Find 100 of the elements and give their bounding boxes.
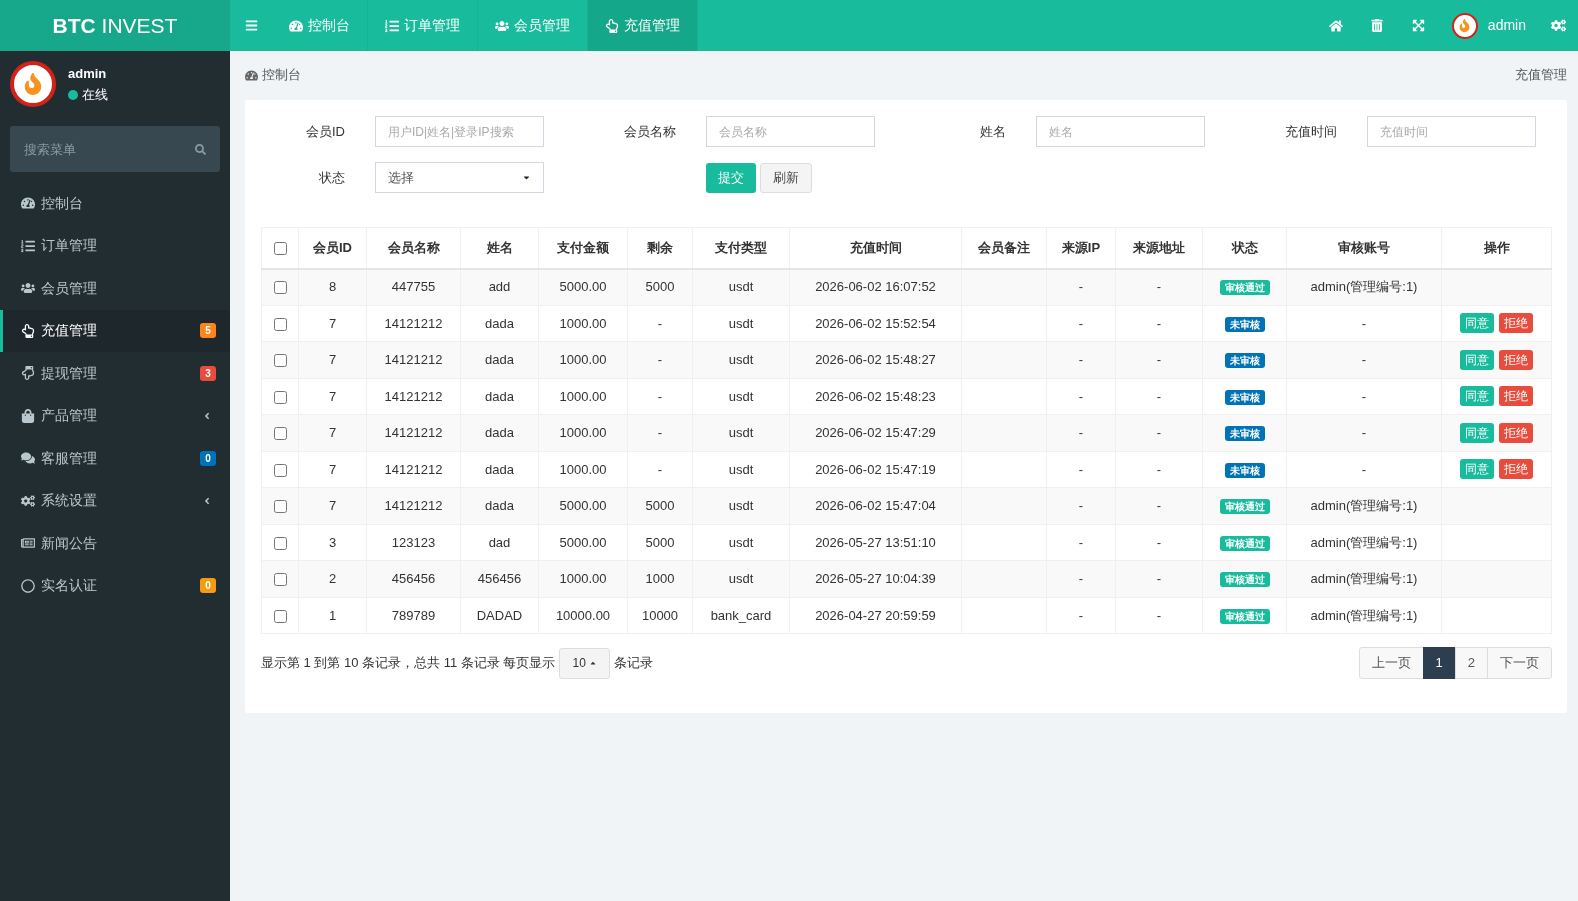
row-checkbox[interactable] (273, 536, 287, 550)
table-cell: - (627, 305, 693, 342)
sidebar-menu-item[interactable]: 新闻公告 (0, 522, 230, 565)
select-all-checkbox[interactable] (273, 242, 287, 255)
table-cell: 1 (298, 597, 367, 634)
field-label: 充值时间 (1283, 122, 1337, 141)
menu-icon (244, 19, 258, 32)
table-cell: admin(管理编号:1) (1286, 487, 1442, 524)
column-header: 充值时间 (789, 227, 962, 269)
input-field[interactable]: 充值时间 (1366, 116, 1536, 147)
row-checkbox[interactable] (273, 463, 287, 477)
sidebar-menu-item[interactable]: 客服管理 0 (0, 437, 230, 480)
sidebar-menu-item[interactable]: 订单管理 (0, 224, 230, 267)
status-badge: 审核通过 (1219, 572, 1270, 587)
column-header: 审核账号 (1286, 227, 1442, 269)
sidebar-menu-item[interactable]: 实名认证 0 (0, 564, 230, 607)
row-checkbox[interactable] (273, 317, 287, 331)
pagination-suffix: 条记录 (613, 654, 653, 673)
input-field[interactable]: 姓名 (1036, 116, 1205, 147)
table-cell: - (1046, 341, 1116, 378)
column-header: 来源IP (1046, 227, 1116, 269)
table-cell: dada (460, 305, 539, 342)
pagination-summary: 显示第 1 到第 10 条记录，总共 11 条记录 每页显示 (261, 654, 556, 673)
row-checkbox[interactable] (273, 427, 287, 440)
bag-icon (21, 408, 35, 423)
table-cell: DADAD (460, 597, 539, 634)
table-cell: usdt (692, 524, 790, 561)
sidebar-menu-item[interactable]: 系统设置 (0, 479, 230, 522)
table-cell: 14121212 (366, 451, 461, 488)
reject-button[interactable]: 拒绝 (1499, 313, 1533, 334)
reject-button[interactable]: 拒绝 (1499, 459, 1533, 480)
input-field[interactable]: 用户ID|姓名|登录IP搜索 (375, 116, 544, 147)
home-icon (1329, 18, 1344, 33)
table-cell: 2026-06-02 15:47:19 (789, 451, 962, 488)
table-cell: 10000 (627, 597, 693, 634)
reject-button[interactable]: 拒绝 (1499, 386, 1533, 407)
list-icon (21, 238, 35, 253)
status-badge: 未审核 (1224, 353, 1265, 368)
sidebar-menu-item[interactable]: 控制台 (0, 182, 230, 225)
pagination-button[interactable]: 下一页 (1487, 647, 1552, 679)
table-cell: - (1115, 341, 1203, 378)
table-cell: - (1046, 487, 1116, 524)
row-checkbox[interactable] (273, 609, 287, 623)
table-cell: - (1046, 597, 1116, 634)
table-cell: 7 (298, 341, 367, 378)
newspaper-icon (21, 536, 35, 551)
table-cell: 14121212 (366, 305, 461, 342)
table-cell: 14121212 (366, 414, 461, 451)
pagination-button[interactable]: 1 (1422, 647, 1456, 679)
table-cell: usdt (692, 378, 790, 415)
status-select[interactable]: 选择 (375, 162, 544, 193)
chat-bubbles-icon (21, 451, 35, 466)
table-cell: admin(管理编号:1) (1286, 524, 1442, 561)
users-icon (21, 281, 35, 296)
pagination-button[interactable]: 上一页 (1358, 647, 1424, 679)
table-cell: 2026-06-02 15:47:04 (789, 487, 962, 524)
row-checkbox[interactable] (273, 354, 287, 367)
table-cell: bank_card (692, 597, 790, 634)
pagination-button[interactable]: 2 (1454, 647, 1488, 679)
row-checkbox[interactable] (273, 500, 287, 513)
table-cell: usdt (692, 268, 790, 305)
count-badge: 3 (200, 365, 216, 381)
column-header: 操作 (1441, 227, 1552, 269)
sidebar-menu-item[interactable]: 提现管理 3 (0, 352, 230, 395)
table-cell: 10000.00 (538, 597, 628, 634)
row-checkbox[interactable] (273, 390, 287, 404)
table-cell: - (1115, 487, 1203, 524)
page-size-dropdown[interactable]: 10 (559, 647, 610, 679)
table-cell: 2026-06-02 15:48:23 (789, 378, 962, 415)
table-cell: - (1115, 524, 1203, 561)
trash-icon (1371, 19, 1384, 32)
table-cell: - (1286, 305, 1442, 342)
table-cell: - (627, 451, 693, 488)
table-cell: - (1115, 305, 1203, 342)
sidebar-menu-item[interactable]: 充值管理 5 (0, 309, 230, 352)
table-cell: 5000 (627, 268, 693, 305)
count-badge: 0 (200, 450, 216, 466)
sidebar-menu-item[interactable]: 产品管理 (0, 394, 230, 437)
flame-avatar-icon (10, 61, 56, 107)
table-cell: 2026-06-02 15:48:27 (789, 341, 962, 378)
table-cell: 2 (298, 560, 367, 597)
breadcrumb-link[interactable]: 控制台 (245, 65, 301, 85)
settings-icon (1550, 18, 1566, 33)
table-cell: 2026-04-27 20:59:59 (789, 597, 962, 634)
table-cell: usdt (692, 414, 790, 451)
table-cell: 1000.00 (538, 378, 628, 415)
table-cell: 456456 (366, 560, 461, 597)
table-cell: - (1046, 268, 1116, 305)
table-cell: 1000.00 (538, 560, 628, 597)
table-cell: 8 (298, 268, 367, 305)
refresh-button[interactable]: 刷新 (759, 162, 812, 193)
table-cell: 7 (298, 487, 367, 524)
reject-button[interactable]: 拒绝 (1499, 349, 1533, 370)
row-checkbox[interactable] (273, 281, 287, 295)
reject-button[interactable]: 拒绝 (1499, 422, 1533, 443)
sidebar-menu-item[interactable]: 会员管理 (0, 267, 230, 310)
row-checkbox[interactable] (273, 573, 287, 586)
input-field[interactable]: 会员名称 (705, 116, 875, 147)
table-cell: usdt (692, 305, 790, 342)
search-icon (195, 143, 206, 155)
